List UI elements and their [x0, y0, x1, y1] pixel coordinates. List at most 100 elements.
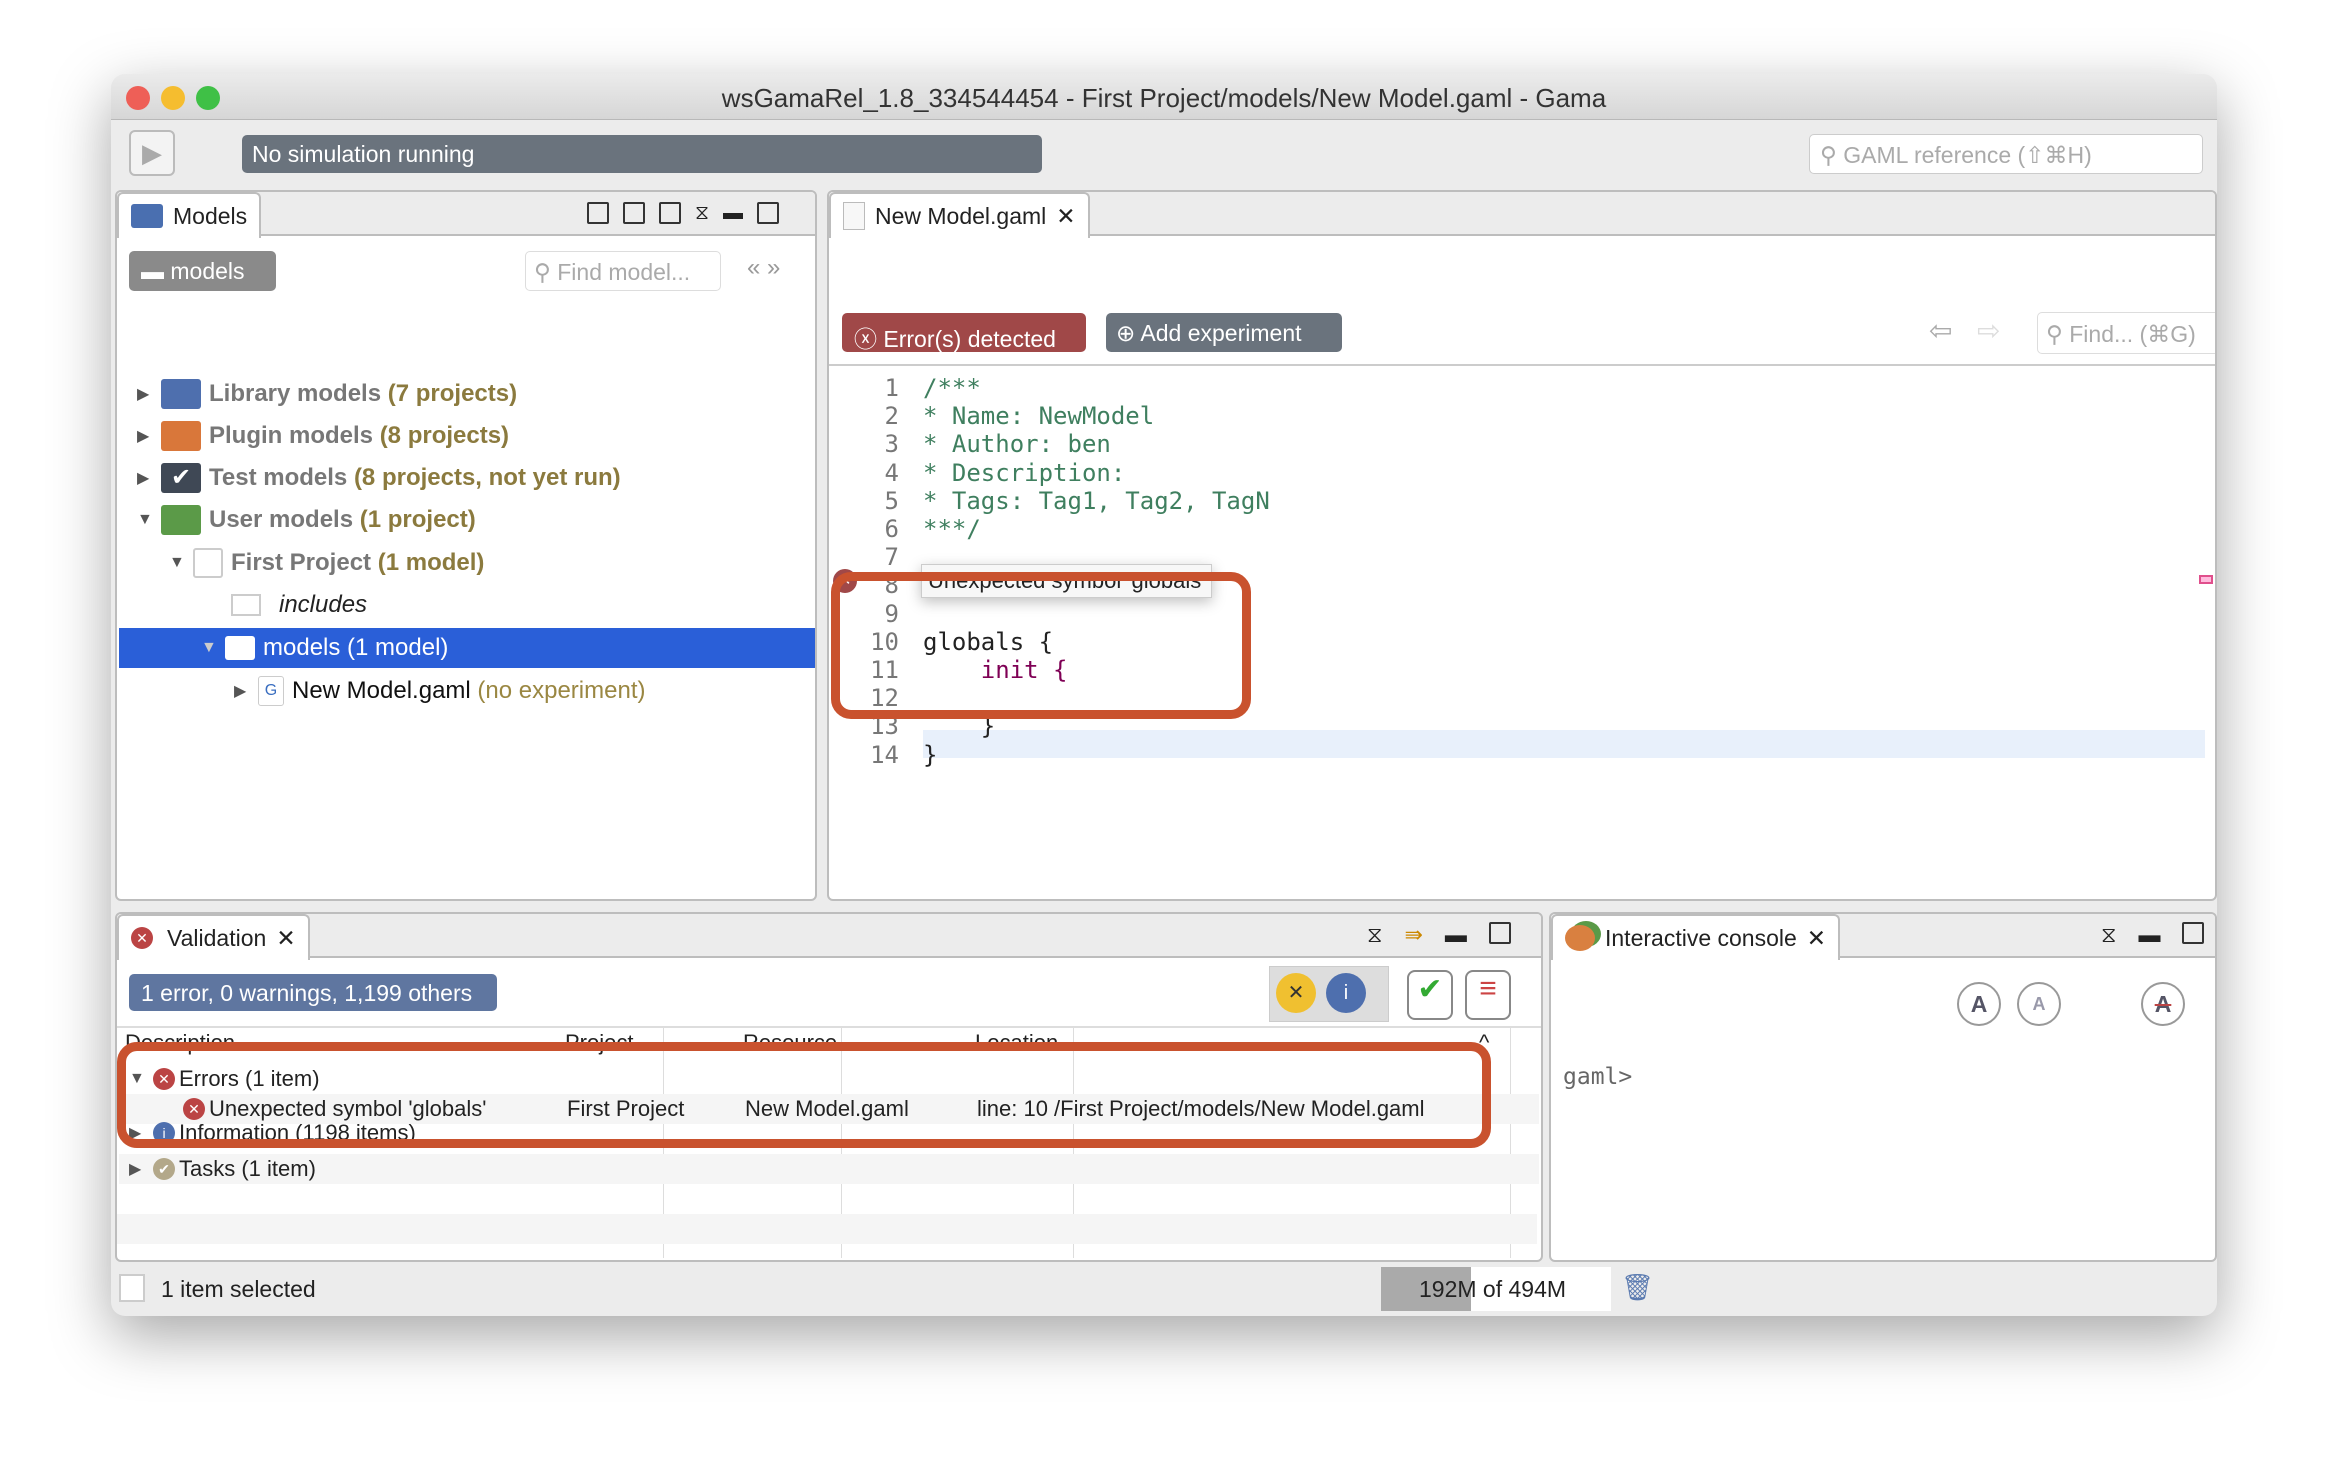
expand-arrow-icon[interactable]: ▶: [137, 384, 161, 404]
tree-item-new-model[interactable]: ▶ G New Model.gaml (no experiment): [119, 670, 809, 712]
error-icon: ⓧ: [854, 326, 884, 352]
maximize-icon[interactable]: [2182, 922, 2205, 944]
code-line: * Description:: [923, 458, 1126, 487]
restore-icon[interactable]: ⧖: [695, 202, 709, 225]
forward-icon[interactable]: ⇨: [1977, 314, 2000, 347]
models-panel: Models ⧖ ▬ ▬ models ⚲ Find model... « » …: [115, 190, 817, 901]
code-line: /***: [923, 374, 981, 402]
code-line: ***/: [923, 515, 981, 543]
tab-interactive-console[interactable]: Interactive console ✕: [1551, 914, 1841, 960]
line-number: 7: [884, 543, 899, 572]
gaml-file-icon: G: [258, 676, 284, 706]
code-line: }: [923, 740, 938, 769]
minimize-icon[interactable]: ▬: [2138, 922, 2160, 948]
close-tab-icon[interactable]: ✕: [276, 925, 295, 952]
collapse-arrow-icon[interactable]: ▼: [169, 554, 193, 572]
garbage-collect-icon[interactable]: 🗑: [1621, 1272, 1654, 1303]
collapse-all-icon[interactable]: [623, 202, 645, 224]
folder-icon: [225, 636, 255, 660]
simulation-status-bar: No simulation running: [242, 135, 1042, 173]
app-window: wsGamaRel_1.8_334544454 - First Project/…: [111, 74, 2217, 1316]
line-number: 4: [884, 458, 899, 487]
table-row-tasks[interactable]: ▶ ✔ Tasks (1 item): [119, 1154, 1539, 1184]
tab-validation[interactable]: ✕ Validation ✕: [117, 914, 310, 960]
gaml-file-icon: [843, 202, 865, 230]
find-model-input[interactable]: ⚲ Find model...: [525, 251, 721, 291]
tree-item-models-folder[interactable]: ▼ models (1 model): [119, 628, 815, 668]
link-icon[interactable]: [587, 202, 609, 224]
overview-error-marker[interactable]: [2199, 575, 2213, 584]
maximize-icon[interactable]: [1488, 922, 1511, 944]
editor-panel: New Model.gaml ✕ ⓧ Error(s) detected ⊕ A…: [827, 190, 2217, 901]
plugin-folder-icon: [161, 421, 201, 451]
folder-icon: ▬: [141, 258, 171, 284]
folder-icon: [131, 204, 163, 228]
validation-panel: ✕ Validation ✕ ⧖ ⇛ ▬ 1 error, 0 warnings…: [115, 912, 1543, 1262]
models-panel-actions: ⧖ ▬: [587, 202, 780, 225]
tab-models[interactable]: Models: [117, 192, 262, 238]
line-number: 5: [884, 486, 899, 515]
close-tab-icon[interactable]: ✕: [1056, 203, 1075, 230]
all-filter-icon[interactable]: ≡: [1465, 970, 1511, 1020]
tab-new-model-gaml[interactable]: New Model.gaml ✕: [829, 192, 1090, 238]
minimize-icon[interactable]: ▬: [723, 202, 743, 225]
restore-icon[interactable]: ⧖: [2101, 922, 2116, 948]
memory-indicator[interactable]: 192M of 494M: [1381, 1267, 1611, 1311]
annotation-highlight-box: [831, 572, 1251, 719]
clear-console-icon[interactable]: A: [2141, 982, 2185, 1026]
plus-icon: ⊕: [1116, 320, 1141, 346]
code-line: * Name: NewModel: [923, 402, 1155, 431]
line-number: 3: [884, 430, 899, 459]
console-prompt[interactable]: gaml>: [1563, 1064, 1632, 1090]
run-play-icon[interactable]: ▶: [129, 130, 175, 176]
tree-item-first-project[interactable]: ▼ First Project (1 model): [119, 542, 809, 584]
link-editor-icon[interactable]: ⇛: [1404, 922, 1422, 948]
models-filter-chip[interactable]: ▬ models: [129, 251, 276, 291]
errors-detected-button[interactable]: ⓧ Error(s) detected: [842, 313, 1086, 352]
console-panel: Interactive console ✕ ⧖ ▬ A A A gaml>: [1549, 912, 2217, 1262]
tree-item-test-models[interactable]: ▶ ✔ Test models (8 projects, not yet run…: [119, 457, 809, 499]
line-number: 14: [870, 740, 899, 769]
expand-all-icon[interactable]: [659, 202, 681, 224]
navigation-arrows[interactable]: « »: [747, 254, 780, 282]
tree-item-includes[interactable]: includes: [119, 584, 809, 626]
title-bar: wsGamaRel_1.8_334544454 - First Project/…: [111, 74, 2217, 120]
current-line-highlight: [923, 730, 2205, 758]
maximize-icon[interactable]: [757, 202, 780, 224]
close-tab-icon[interactable]: ✕: [1807, 925, 1826, 952]
console-panel-actions: ⧖ ▬: [2101, 922, 2205, 948]
increase-font-icon[interactable]: A: [1957, 982, 2001, 1026]
library-folder-icon: [161, 379, 201, 409]
tasks-filter-icon[interactable]: ✔: [1407, 970, 1453, 1020]
warning-filter-icon[interactable]: ✕: [1276, 973, 1316, 1013]
minimize-icon[interactable]: ▬: [1445, 922, 1467, 948]
search-icon: ⚲: [1820, 142, 1844, 168]
tree-item-library-models[interactable]: ▶ Library models (7 projects): [119, 373, 809, 415]
search-icon: ⚲: [2046, 321, 2070, 347]
line-number: 6: [884, 515, 899, 543]
expand-arrow-icon[interactable]: ▶: [234, 681, 258, 701]
line-number: 1: [884, 374, 899, 402]
restore-icon[interactable]: ⧖: [1367, 922, 1382, 948]
info-filter-icon[interactable]: i: [1326, 973, 1366, 1013]
expand-arrow-icon[interactable]: ▶: [137, 468, 161, 488]
tree-item-user-models[interactable]: ▼ User models (1 project): [119, 499, 809, 541]
annotation-highlight-box: [117, 1042, 1491, 1148]
expand-arrow-icon[interactable]: ▶: [137, 426, 161, 446]
add-experiment-button[interactable]: ⊕ Add experiment: [1106, 313, 1342, 352]
validation-icon: ✕: [131, 927, 153, 949]
tree-item-plugin-models[interactable]: ▶ Plugin models (8 projects): [119, 415, 809, 457]
console-icon: [1565, 925, 1595, 951]
expand-arrow-icon[interactable]: ▶: [129, 1159, 153, 1179]
collapse-arrow-icon[interactable]: ▼: [137, 511, 161, 529]
task-icon: ✔: [153, 1158, 175, 1180]
selection-status: 1 item selected: [161, 1276, 316, 1302]
collapse-arrow-icon[interactable]: ▼: [201, 639, 225, 657]
back-icon[interactable]: ⇦: [1929, 314, 1952, 347]
includes-icon: [231, 590, 271, 620]
decrease-font-icon[interactable]: A: [2017, 982, 2061, 1026]
editor-find-input[interactable]: ⚲ Find... (⌘G): [2037, 312, 2215, 354]
gaml-reference-search[interactable]: ⚲ GAML reference (⇧⌘H): [1809, 134, 2203, 174]
test-folder-icon: ✔: [161, 463, 201, 493]
status-bar: 1 item selected 192M of 494M 🗑: [111, 1264, 2217, 1316]
